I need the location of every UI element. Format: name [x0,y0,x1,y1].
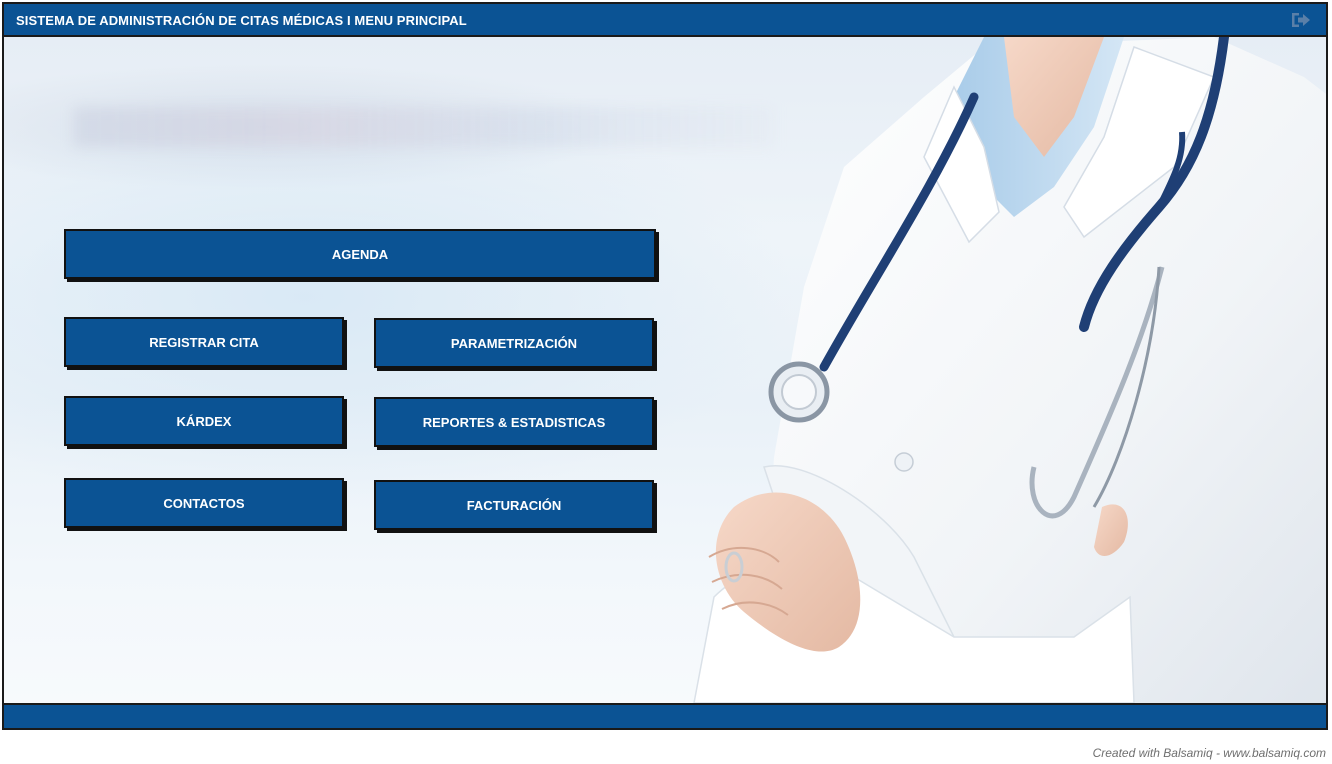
title-bar: SISTEMA DE ADMINISTRACIÓN DE CITAS MÉDIC… [4,4,1326,37]
facturacion-button[interactable]: FACTURACIÓN [374,480,654,530]
reportes-estadisticas-button[interactable]: REPORTES & ESTADISTICAS [374,397,654,447]
kardex-button-label: KÁRDEX [176,413,232,429]
sign-out-icon[interactable] [1290,11,1312,29]
footer-bar [4,703,1326,728]
contactos-button-label: CONTACTOS [163,495,245,511]
kardex-button[interactable]: KÁRDEX [64,396,344,446]
main-content: AGENDA REGISTRAR CITA PARAMETRIZACIÓN KÁ… [4,37,1326,703]
agenda-button-label: AGENDA [331,246,389,262]
facturacion-button-label: FACTURACIÓN [466,497,562,513]
page-title: SISTEMA DE ADMINISTRACIÓN DE CITAS MÉDIC… [16,13,467,28]
parametrizacion-button[interactable]: PARAMETRIZACIÓN [374,318,654,368]
registrar-cita-button[interactable]: REGISTRAR CITA [64,317,344,367]
contactos-button[interactable]: CONTACTOS [64,478,344,528]
parametrizacion-button-label: PARAMETRIZACIÓN [450,335,578,351]
doctor-image [693,37,1326,703]
registrar-cita-button-label: REGISTRAR CITA [149,334,259,350]
reportes-estadisticas-button-label: REPORTES & ESTADISTICAS [422,414,606,430]
app-window: SISTEMA DE ADMINISTRACIÓN DE CITAS MÉDIC… [2,2,1328,730]
balsamiq-credit: Created with Balsamiq - www.balsamiq.com [1092,746,1326,760]
agenda-button[interactable]: AGENDA [64,229,656,279]
